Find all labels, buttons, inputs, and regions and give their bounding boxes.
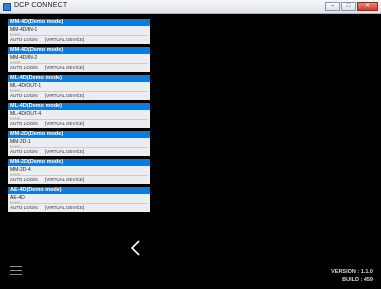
app-icon bbox=[3, 3, 11, 11]
chevron-left-icon[interactable] bbox=[129, 240, 143, 256]
auto-login-label: AUTO LOGIN bbox=[10, 121, 38, 126]
device-name: MM-4D(Demo mode) bbox=[8, 47, 150, 54]
close-button[interactable]: ✕ bbox=[357, 2, 378, 11]
divider bbox=[10, 203, 148, 204]
device-details: MM-4D/IN-2 NAME AUTO LOGIN [VIRTUAL DEVI… bbox=[8, 54, 150, 72]
divider bbox=[10, 63, 148, 64]
divider bbox=[10, 91, 148, 92]
device-card[interactable]: MM-2D(Demo mode) MM-2D-4 NAME AUTO LOGIN… bbox=[8, 159, 150, 184]
device-type: [VIRTUAL DEVICE] bbox=[45, 37, 85, 42]
device-type: [VIRTUAL DEVICE] bbox=[45, 121, 85, 126]
device-details: MM-4D/IN-1 NAME AUTO LOGIN [VIRTUAL DEVI… bbox=[8, 26, 150, 44]
divider bbox=[10, 175, 148, 176]
device-card[interactable]: ML-4D(Demo mode) ML-4D/OUT-4 NAME AUTO L… bbox=[8, 103, 150, 128]
device-name: AE-4D(Demo mode) bbox=[8, 187, 150, 194]
auto-login-label: AUTO LOGIN bbox=[10, 177, 38, 182]
device-details: MM-2D-1 NAME AUTO LOGIN [VIRTUAL DEVICE] bbox=[8, 138, 150, 156]
device-card[interactable]: ML-4D(Demo mode) ML-4D/OUT-1 NAME AUTO L… bbox=[8, 75, 150, 100]
version-label: VERSION : 1.1.0 bbox=[331, 269, 373, 275]
device-name: MM-2D(Demo mode) bbox=[8, 159, 150, 166]
divider bbox=[10, 119, 148, 120]
device-type: [VIRTUAL DEVICE] bbox=[45, 205, 85, 210]
device-details: MM-2D-4 NAME AUTO LOGIN [VIRTUAL DEVICE] bbox=[8, 166, 150, 184]
auto-login-label: AUTO LOGIN bbox=[10, 65, 38, 70]
device-list: MM-4D(Demo mode) MM-4D/IN-1 NAME AUTO LO… bbox=[8, 19, 150, 215]
device-card[interactable]: MM-2D(Demo mode) MM-2D-1 NAME AUTO LOGIN… bbox=[8, 131, 150, 156]
auto-login-label: AUTO LOGIN bbox=[10, 37, 38, 42]
hamburger-menu-icon[interactable] bbox=[10, 266, 22, 276]
auto-login-label: AUTO LOGIN bbox=[10, 205, 38, 210]
version-info: VERSION : 1.1.0 BUILD : 459 bbox=[331, 268, 373, 284]
auto-login-label: AUTO LOGIN bbox=[10, 149, 38, 154]
device-card[interactable]: MM-4D(Demo mode) MM-4D/IN-2 NAME AUTO LO… bbox=[8, 47, 150, 72]
device-type: [VIRTUAL DEVICE] bbox=[45, 149, 85, 154]
device-name: MM-4D(Demo mode) bbox=[8, 19, 150, 26]
device-details: ML-4D/OUT-1 NAME AUTO LOGIN [VIRTUAL DEV… bbox=[8, 82, 150, 100]
device-type: [VIRTUAL DEVICE] bbox=[45, 65, 85, 70]
device-name: ML-4D(Demo mode) bbox=[8, 75, 150, 82]
maximize-button[interactable]: □ bbox=[341, 2, 356, 11]
device-details: AE-4D NAME AUTO LOGIN [VIRTUAL DEVICE] bbox=[8, 194, 150, 212]
device-name: ML-4D(Demo mode) bbox=[8, 103, 150, 110]
device-details: ML-4D/OUT-4 NAME AUTO LOGIN [VIRTUAL DEV… bbox=[8, 110, 150, 128]
divider bbox=[10, 35, 148, 36]
device-card[interactable]: AE-4D(Demo mode) AE-4D NAME AUTO LOGIN [… bbox=[8, 187, 150, 212]
device-name: MM-2D(Demo mode) bbox=[8, 131, 150, 138]
divider bbox=[10, 147, 148, 148]
build-label: BUILD : 459 bbox=[342, 277, 373, 283]
window-titlebar: DCP CONNECT – □ ✕ bbox=[0, 0, 381, 14]
device-type: [VIRTUAL DEVICE] bbox=[45, 177, 85, 182]
window-title: DCP CONNECT bbox=[14, 2, 68, 9]
device-card[interactable]: MM-4D(Demo mode) MM-4D/IN-1 NAME AUTO LO… bbox=[8, 19, 150, 44]
auto-login-label: AUTO LOGIN bbox=[10, 93, 38, 98]
device-type: [VIRTUAL DEVICE] bbox=[45, 93, 85, 98]
minimize-button[interactable]: – bbox=[325, 2, 340, 11]
